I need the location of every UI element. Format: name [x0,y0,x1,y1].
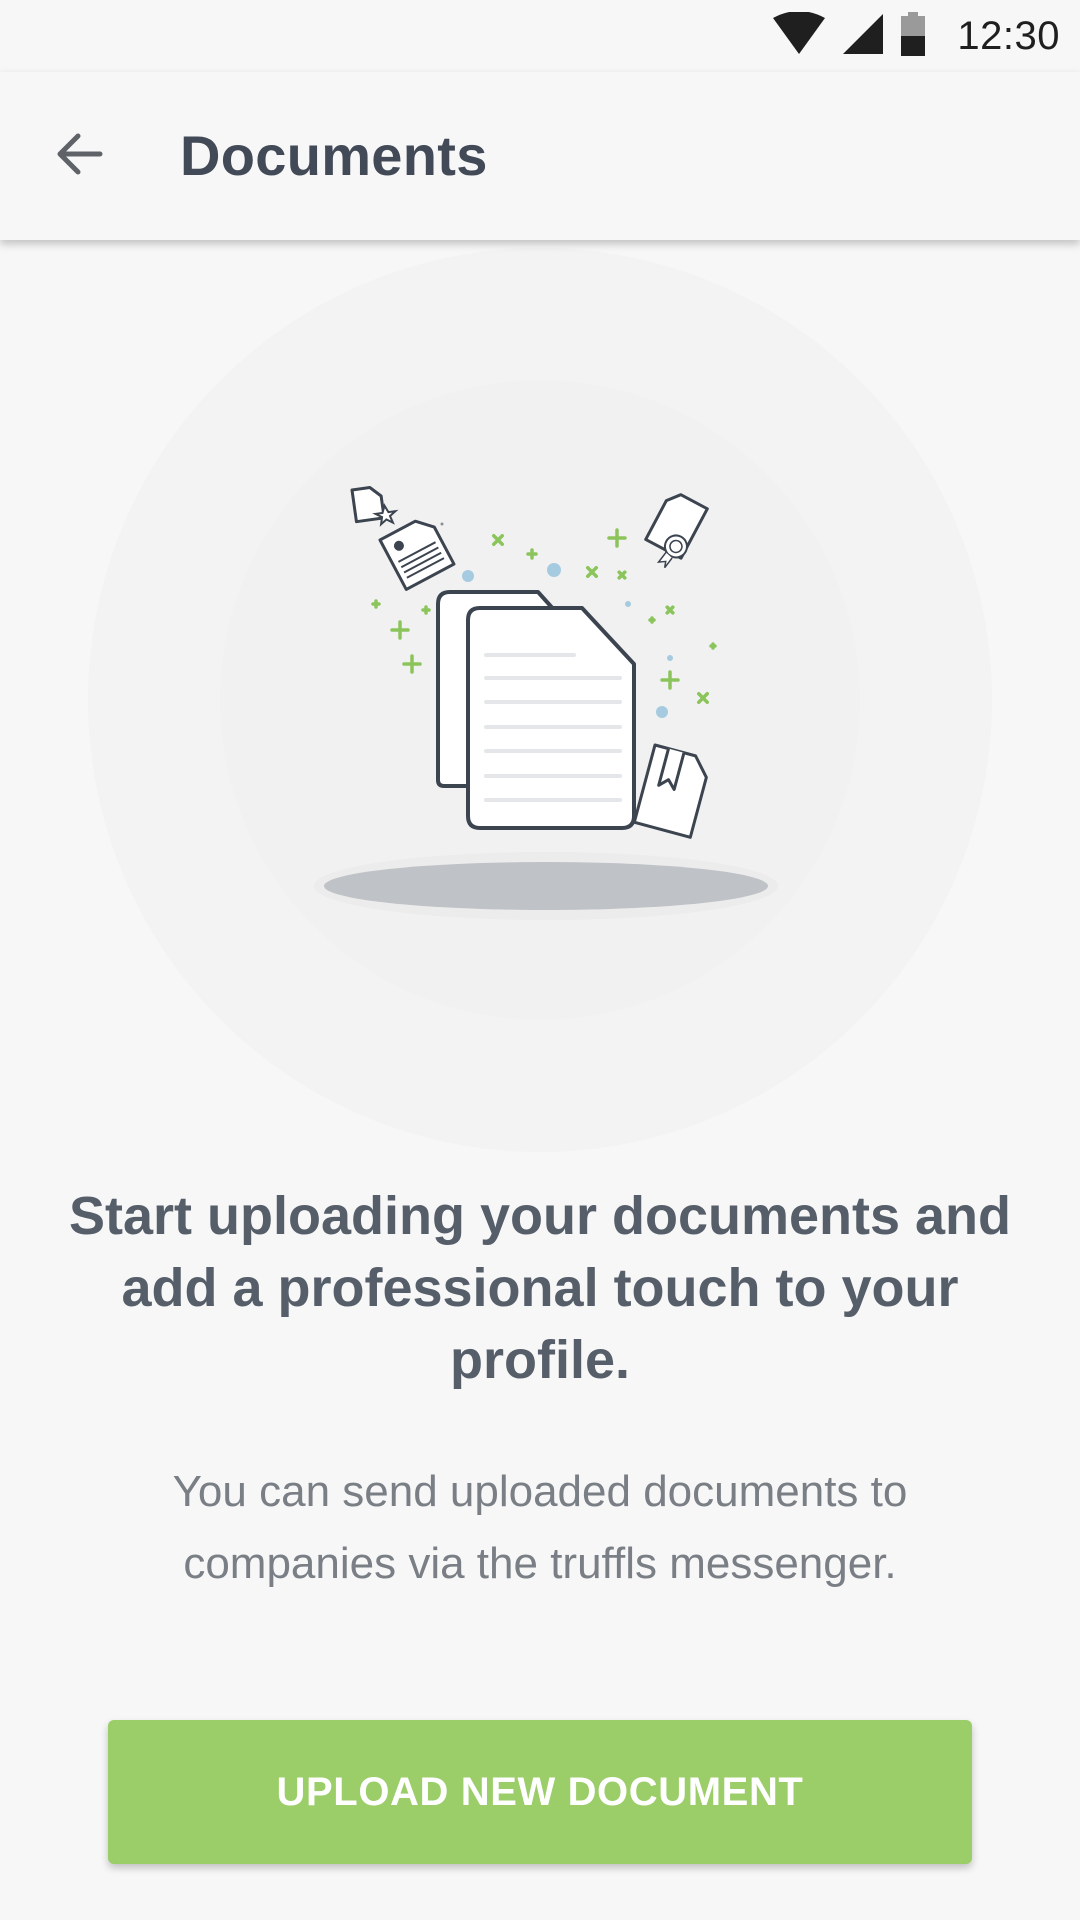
wifi-icon [771,11,827,60]
shadow-ellipse [324,862,768,910]
status-time: 12:30 [957,13,1060,58]
cell-signal-icon [841,12,885,60]
battery-icon [899,12,927,60]
documents-illustration [0,240,1080,1160]
status-bar: 12:30 [0,0,1080,72]
empty-state-headline: Start uploading your documents and add a… [68,1186,1012,1390]
app-bar: Documents [0,72,1080,240]
status-icons: 12:30 [771,8,1060,64]
front-document-icon [466,606,636,830]
upload-new-document-button[interactable]: UPLOAD NEW DOCUMENT [108,1720,972,1864]
back-button[interactable] [40,116,120,196]
page-title: Documents [180,124,488,187]
upload-button-label: UPLOAD NEW DOCUMENT [276,1769,804,1814]
arrow-back-icon [52,126,108,186]
illustration-svg [88,248,992,1152]
documents-screen: 12:30 Documents Start uploading your doc… [0,0,1080,1920]
empty-state-description: You can send uploaded documents to compa… [172,1467,908,1588]
